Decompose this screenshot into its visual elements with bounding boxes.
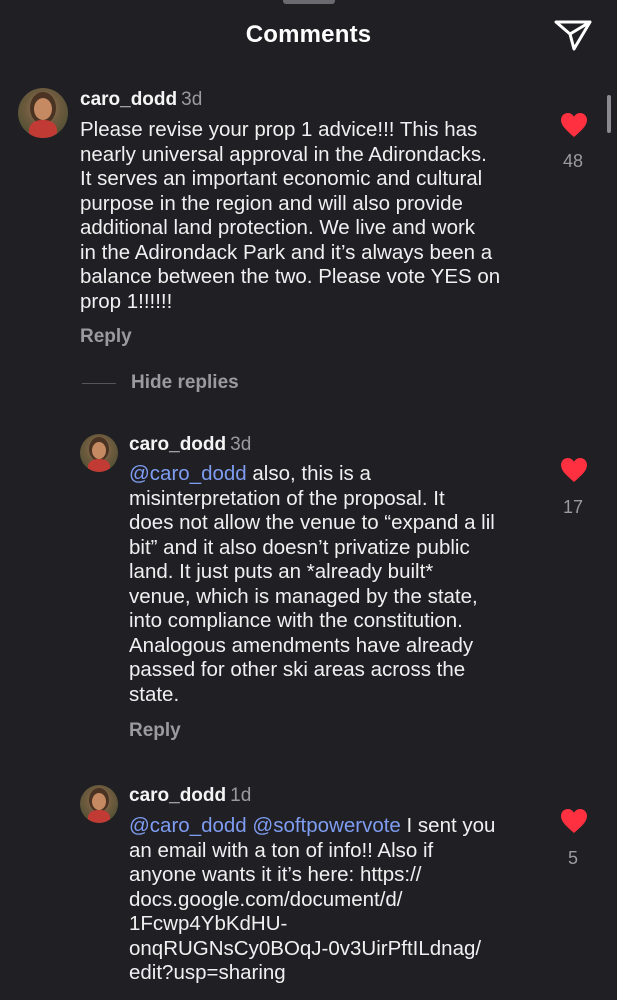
reply-button[interactable]: Reply <box>129 720 181 742</box>
heart-filled-icon[interactable] <box>560 112 588 138</box>
reply-button[interactable]: Reply <box>80 326 132 348</box>
comment-line: an email with a ton of info!! Also if <box>129 838 434 862</box>
username[interactable]: caro_dodd <box>80 89 177 110</box>
mention-link[interactable]: @caro_dodd @softpowervote <box>129 814 401 837</box>
scrollbar[interactable] <box>607 95 611 133</box>
mention-link[interactable]: @caro_dodd <box>129 462 247 485</box>
page-title: Comments <box>245 21 372 48</box>
comment-meta: caro_dodd 1d <box>129 785 251 807</box>
comment-line: land. It just puts an *already built* <box>129 560 434 583</box>
username[interactable]: caro_dodd <box>129 434 226 455</box>
comment-line: nearly universal approval in the Adirond… <box>80 142 487 166</box>
comment-line: venue, which is managed by the state, <box>129 584 478 608</box>
comment-text: Please revise your prop 1 advice!!! This… <box>80 118 500 314</box>
comment-line: Analogous amendments have already <box>129 633 474 657</box>
heart-filled-icon[interactable] <box>560 808 588 834</box>
comment-line: @caro_dodd also, this is a <box>129 462 495 487</box>
share-direct-icon[interactable] <box>553 18 593 52</box>
comment-line: It serves an important economic and cult… <box>80 167 483 190</box>
comment-line: passed for other ski areas across the <box>129 658 466 681</box>
comments-header: Comments <box>0 0 617 70</box>
comment-line: onqRUGNsCy0BOqJ-0v3UirPftILdnag/ <box>129 936 482 960</box>
comment-line: 1Fcwp4YbKdHU- <box>129 912 288 935</box>
comment-line: into compliance with the constitution. <box>129 609 463 632</box>
comment-meta: caro_dodd 3d <box>129 434 251 456</box>
comment-age: 3d <box>181 89 203 110</box>
comment-line: balance between the two. Please vote YES… <box>80 265 501 288</box>
comment-age: 1d <box>230 785 252 806</box>
hide-replies-button[interactable]: Hide replies <box>131 372 239 394</box>
comment-line-text: I sent you <box>400 814 496 837</box>
comment-line: docs.google.com/document/d/ <box>129 887 403 911</box>
avatar[interactable] <box>80 785 118 823</box>
like-count: 17 <box>562 497 584 517</box>
comment-line: prop 1!!!!!! <box>80 289 173 313</box>
comment-line: misinterpretation of the proposal. It <box>129 486 445 510</box>
comment-line: bit” and it also doesn’t privatize publi… <box>129 535 470 559</box>
comment-line: @caro_dodd @softpowervote I sent you <box>129 814 495 839</box>
comment-line: anyone wants it it’s here: https:// <box>129 863 422 886</box>
comment-text: @caro_dodd @softpowervote I sent you an … <box>129 814 495 986</box>
avatar[interactable] <box>80 434 118 472</box>
comment-line-text: also, this is a <box>246 462 371 485</box>
comment-line: additional land protection. We live and … <box>80 216 476 239</box>
comment-age: 3d <box>230 434 252 455</box>
divider <box>82 383 116 384</box>
hide-replies-row: Hide replies <box>0 368 617 398</box>
like-count: 5 <box>567 848 578 868</box>
comment-meta: caro_dodd 3d <box>80 89 202 111</box>
like-count: 48 <box>562 151 584 171</box>
comment-line: edit?usp=sharing <box>129 961 286 984</box>
username[interactable]: caro_dodd <box>129 785 226 806</box>
heart-filled-icon[interactable] <box>560 457 588 483</box>
comment-line: purpose in the region and will also prov… <box>80 191 463 215</box>
comment-line: in the Adirondack Park and it’s always b… <box>80 240 493 264</box>
comment-line: does not allow the venue to “expand a li… <box>129 511 495 534</box>
comment-text: @caro_dodd also, this is a misinterpreta… <box>129 462 495 707</box>
avatar[interactable] <box>18 88 68 138</box>
comment-line: Please revise your prop 1 advice!!! This… <box>80 118 478 141</box>
comment-line: state. <box>129 682 180 706</box>
